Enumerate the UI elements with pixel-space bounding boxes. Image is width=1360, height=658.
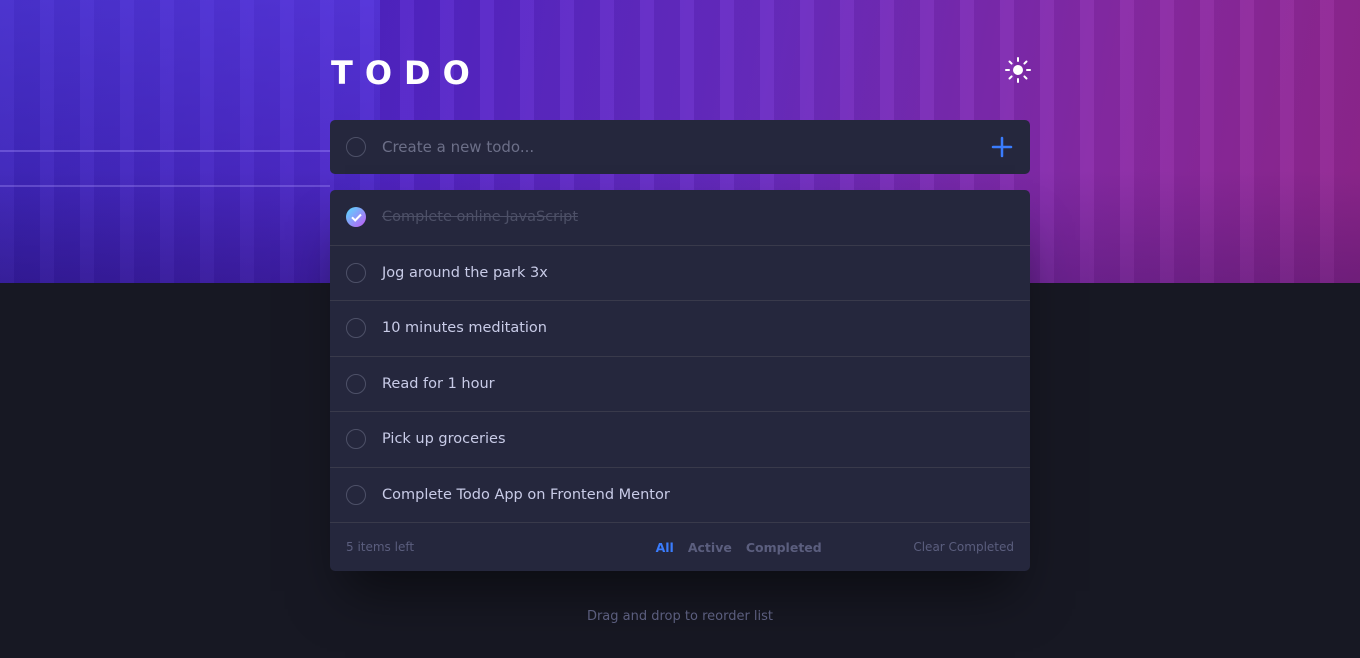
items-left-count: 5 items left <box>346 540 415 554</box>
filter-active[interactable]: Active <box>688 540 732 555</box>
filter-all[interactable]: All <box>656 540 674 555</box>
clear-completed-button[interactable]: Clear Completed <box>913 540 1014 554</box>
background-rail <box>0 185 330 187</box>
background-rail <box>0 150 330 152</box>
todo-text: Read for 1 hour <box>382 375 495 392</box>
reorder-hint: Drag and drop to reorder list <box>586 609 774 624</box>
theme-toggle-button[interactable] <box>1004 56 1032 84</box>
todo-list: Complete online JavaScript Jog around th… <box>330 190 1030 571</box>
todo-check-circle[interactable] <box>346 318 366 339</box>
todo-text: Complete Todo App on Frontend Mentor <box>382 486 670 503</box>
todo-item[interactable]: 10 minutes meditation <box>330 301 1030 357</box>
todo-text: 10 minutes meditation <box>382 320 547 337</box>
new-todo-check-circle[interactable] <box>346 137 366 157</box>
new-todo-input[interactable] <box>382 138 982 156</box>
todo-check-circle[interactable] <box>346 207 366 228</box>
todo-check-circle[interactable] <box>346 429 366 450</box>
todo-check-circle[interactable] <box>346 484 366 505</box>
filter-completed[interactable]: Completed <box>746 540 822 555</box>
todo-item[interactable]: Jog around the park 3x <box>330 246 1030 301</box>
app-title: TODO <box>331 54 482 92</box>
todo-item[interactable]: Pick up groceries <box>330 412 1030 468</box>
todo-check-circle[interactable] <box>346 373 366 394</box>
todo-item[interactable]: Complete online JavaScript <box>330 190 1030 246</box>
todo-text: Complete online JavaScript <box>382 209 579 226</box>
todo-item[interactable]: Complete Todo App on Frontend Mentor <box>330 468 1030 523</box>
sun-icon <box>1005 57 1031 83</box>
todo-item[interactable]: Read for 1 hour <box>330 357 1030 412</box>
todo-check-circle[interactable] <box>346 262 366 283</box>
todo-text: Pick up groceries <box>382 431 506 448</box>
todo-text: Jog around the park 3x <box>382 264 548 281</box>
filter-tabs: All Active Completed <box>564 540 913 555</box>
add-todo-button[interactable] <box>990 135 1014 159</box>
list-footer: 5 items left All Active Completed Clear … <box>330 523 1030 571</box>
checkmark-icon <box>350 213 362 222</box>
plus-icon <box>991 136 1013 158</box>
new-todo-bar <box>330 120 1030 174</box>
